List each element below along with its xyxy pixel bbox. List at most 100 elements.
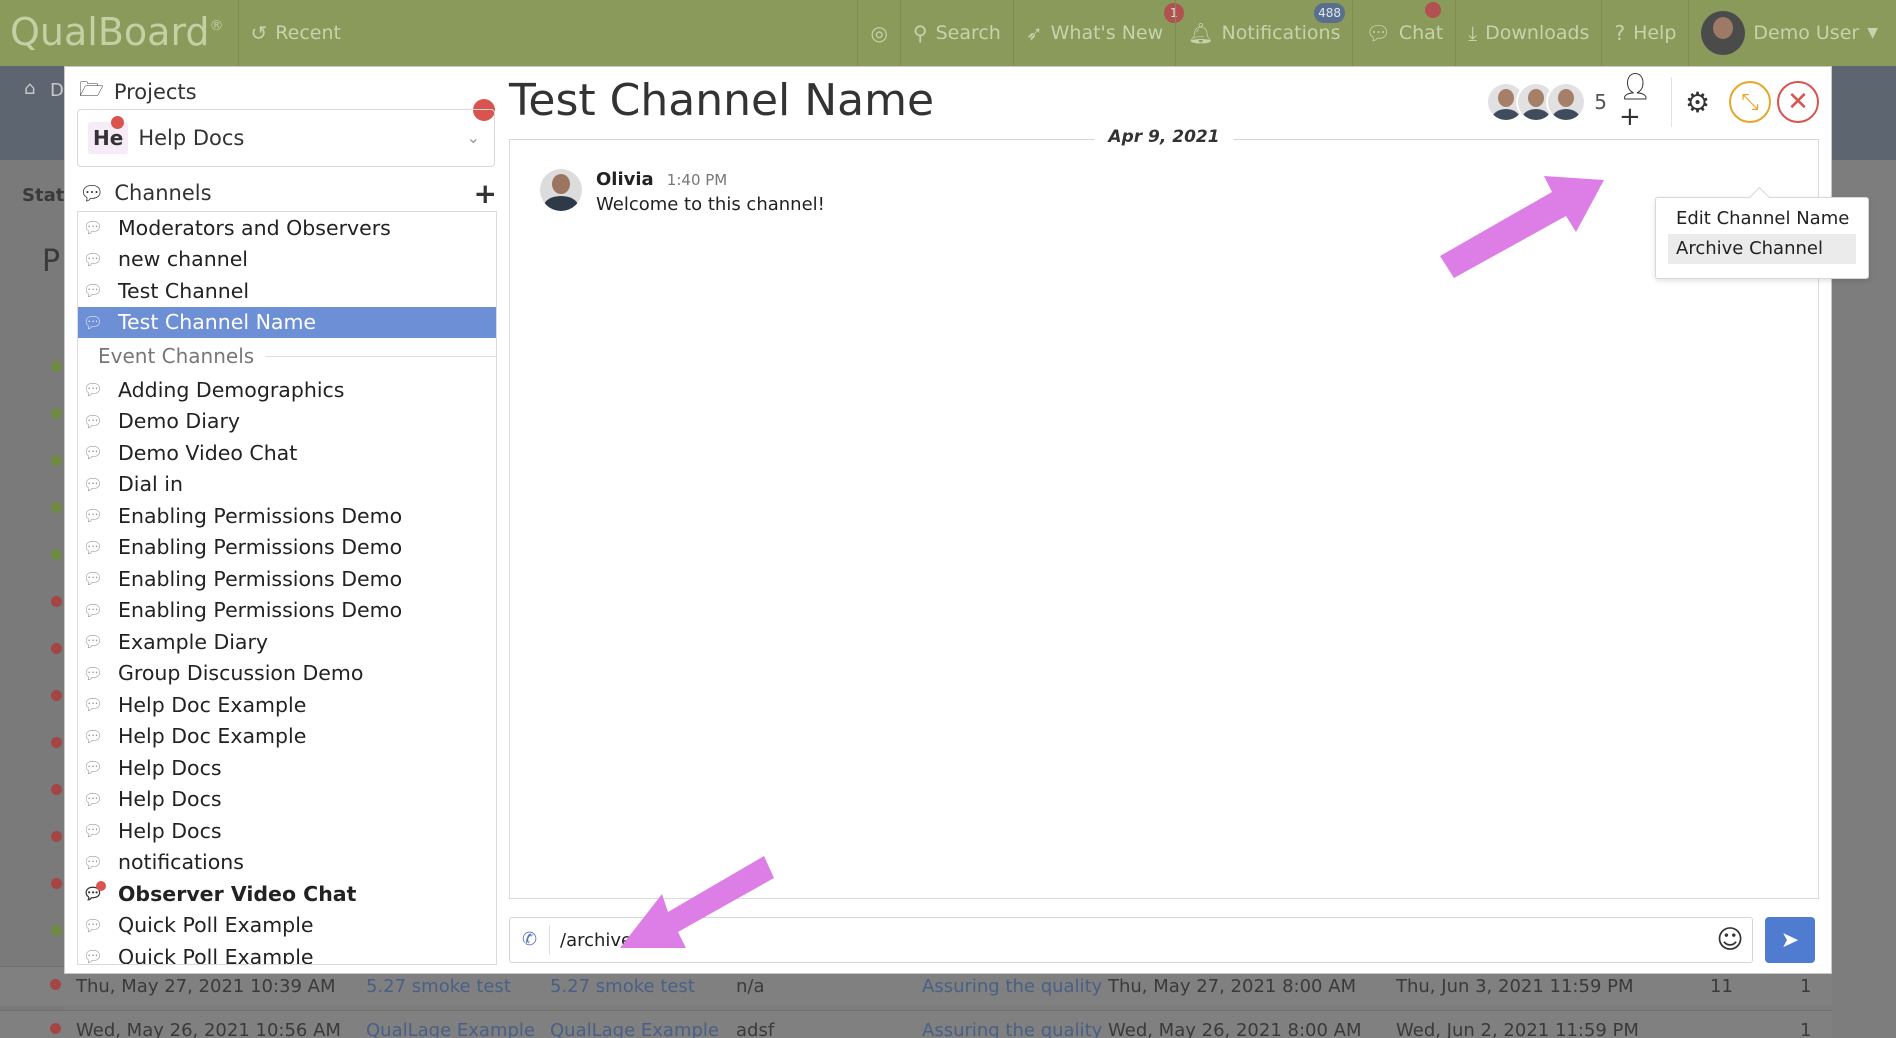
- table-row[interactable]: Wed, May 26, 2021 10:56 AM QualLage Exam…: [0, 1010, 1832, 1038]
- channel-label: Moderators and Observers: [118, 215, 391, 240]
- emoji-icon[interactable]: ☺: [1708, 925, 1752, 955]
- channel-item[interactable]: 💬︎ new channel: [78, 244, 496, 276]
- chat-bubble-icon: 💬︎: [82, 915, 104, 935]
- edit-channel-name-item[interactable]: Edit Channel Name: [1668, 204, 1856, 234]
- channel-label: Help Docs: [118, 818, 222, 843]
- user-plus-icon: 👤︎+: [1619, 72, 1653, 132]
- channel-item[interactable]: 💬︎ Quick Poll Example: [78, 941, 496, 965]
- minimize-button[interactable]: ⤡: [1729, 81, 1771, 123]
- chat-bubbles-icon: 💬︎: [79, 181, 105, 205]
- row-name-link[interactable]: 5.27 smoke test: [366, 976, 511, 997]
- channel-item-active[interactable]: 💬︎ Test Channel Name: [78, 306, 496, 338]
- qualboard-logo[interactable]: QualBoard®: [0, 0, 238, 66]
- channel-item[interactable]: 💬︎ Help Docs: [78, 752, 496, 784]
- nav-chat[interactable]: 💬︎ Chat: [1352, 0, 1455, 66]
- channel-label: Adding Demographics: [118, 377, 345, 402]
- project-unread-dot: [111, 116, 124, 129]
- channels-label: Channels: [114, 181, 212, 205]
- status-dot: [51, 408, 62, 419]
- channel-label: Enabling Permissions Demo: [118, 566, 403, 591]
- chat-bubble-icon: 💬︎: [82, 947, 104, 965]
- channel-item[interactable]: 💬︎ Enabling Permissions Demo: [78, 532, 496, 564]
- row-extra: 1: [1800, 1020, 1812, 1038]
- project-select[interactable]: He Help Docs ⌄: [77, 109, 495, 167]
- channel-item-unread[interactable]: 💬︎ Observer Video Chat: [78, 878, 496, 910]
- nav-notifications-label: Notifications: [1221, 22, 1341, 44]
- send-button[interactable]: ➤: [1765, 917, 1815, 963]
- annotation-arrow: [1440, 176, 1604, 278]
- channel-item[interactable]: 💬︎ Enabling Permissions Demo: [78, 563, 496, 595]
- nav-whats-new-label: What's New: [1050, 22, 1164, 44]
- event-channels-divider: Event Channels: [78, 338, 496, 374]
- channel-item[interactable]: 💬︎ Help Docs: [78, 815, 496, 847]
- channel-item[interactable]: 💬︎ Enabling Permissions Demo: [78, 595, 496, 627]
- channel-item[interactable]: 💬︎ Help Doc Example: [78, 721, 496, 753]
- channel-label: Enabling Permissions Demo: [118, 598, 403, 623]
- channel-item[interactable]: 💬︎ Demo Diary: [78, 406, 496, 438]
- chat-bubble-icon: 💬︎: [82, 600, 104, 620]
- nav-downloads[interactable]: ⤓ Downloads: [1455, 0, 1601, 66]
- message-text: Welcome to this channel!: [596, 194, 825, 215]
- message-avatar: [540, 169, 582, 211]
- archive-channel-item[interactable]: Archive Channel: [1668, 234, 1856, 264]
- nav-user-menu[interactable]: Demo User ▼: [1688, 0, 1896, 66]
- row-display-link[interactable]: 5.27 smoke test: [550, 976, 695, 997]
- nav-search[interactable]: ⚲ Search: [899, 0, 1013, 66]
- add-channel-button[interactable]: +: [474, 177, 497, 210]
- channel-item[interactable]: 💬︎ Test Channel: [78, 275, 496, 307]
- help-icon: ?: [1614, 21, 1626, 45]
- chat-bubble-icon: 💬︎: [82, 758, 104, 778]
- channel-item[interactable]: 💬︎ Adding Demographics: [78, 374, 496, 406]
- compress-icon: ⤡: [1741, 89, 1759, 115]
- channel-item[interactable]: 💬︎ Demo Video Chat: [78, 437, 496, 469]
- annotation-arrow: [620, 856, 774, 948]
- notifications-badge: 488: [1314, 3, 1346, 23]
- row-start: Thu, May 27, 2021 8:00 AM: [1108, 976, 1357, 997]
- nav-recent[interactable]: ↺ Recent: [237, 0, 353, 66]
- channel-item[interactable]: 💬︎ Enabling Permissions Demo: [78, 500, 496, 532]
- project-abbr: He: [93, 126, 124, 150]
- nav-downloads-label: Downloads: [1485, 22, 1590, 44]
- message-author: Olivia: [596, 169, 654, 190]
- channel-label: Help Docs: [118, 787, 222, 812]
- nav-notifications[interactable]: 488 🔔︎ Notifications: [1175, 0, 1352, 66]
- nav-fingerprint[interactable]: ◎: [857, 0, 899, 66]
- bell-icon: 🔔︎: [1188, 21, 1214, 45]
- add-member-button[interactable]: 👤︎+: [1619, 72, 1671, 132]
- channel-label: Demo Diary: [118, 409, 241, 434]
- channel-item[interactable]: 💬︎ Example Diary: [78, 626, 496, 658]
- projects-header: 🗁 Projects: [79, 77, 197, 107]
- channel-item[interactable]: 💬︎ Moderators and Observers: [78, 212, 496, 244]
- status-dot: [51, 596, 62, 607]
- close-button[interactable]: ✕: [1777, 81, 1819, 123]
- chat-bubble-icon: 💬︎: [82, 249, 104, 269]
- row-name-link[interactable]: QualLage Example: [366, 1020, 535, 1038]
- row-template-link[interactable]: Assuring the quality: [922, 976, 1102, 997]
- phone-icon[interactable]: ✆: [510, 926, 550, 954]
- status-dot: [51, 925, 62, 936]
- channel-item[interactable]: 💬︎ Quick Poll Example: [78, 910, 496, 942]
- channel-item[interactable]: 💬︎ Dial in: [78, 469, 496, 501]
- status-dot: [51, 643, 62, 654]
- paper-plane-icon: ➤: [1780, 927, 1800, 953]
- message-time: 1:40 PM: [666, 171, 728, 189]
- chat-bubble-icon: 💬︎: [82, 474, 104, 494]
- channel-item[interactable]: 💬︎ Help Docs: [78, 784, 496, 816]
- settings-button[interactable]: ⚙: [1671, 77, 1723, 127]
- row-display-link[interactable]: QualLage Example: [550, 1020, 719, 1038]
- chat-bubble-icon: 💬︎: [82, 411, 104, 431]
- fingerprint-icon: ◎: [870, 21, 888, 45]
- channel-item[interactable]: 💬︎ Group Discussion Demo: [78, 658, 496, 690]
- nav-help[interactable]: ? Help: [1601, 0, 1688, 66]
- channel-item[interactable]: 💬︎ notifications: [78, 847, 496, 879]
- status-dot: [50, 1023, 61, 1034]
- member-avatars[interactable]: [1486, 82, 1587, 122]
- gear-icon: ⚙: [1684, 85, 1711, 119]
- chevron-down-icon: ⌄: [466, 128, 480, 147]
- row-template-link[interactable]: Assuring the quality: [922, 1020, 1102, 1038]
- project-name: Help Docs: [138, 126, 245, 150]
- channel-label: Enabling Permissions Demo: [118, 535, 403, 560]
- settings-dropdown: Edit Channel Name Archive Channel: [1655, 197, 1869, 279]
- channel-item[interactable]: 💬︎ Help Doc Example: [78, 689, 496, 721]
- nav-whats-new[interactable]: 1 ➶ What's New: [1012, 0, 1184, 66]
